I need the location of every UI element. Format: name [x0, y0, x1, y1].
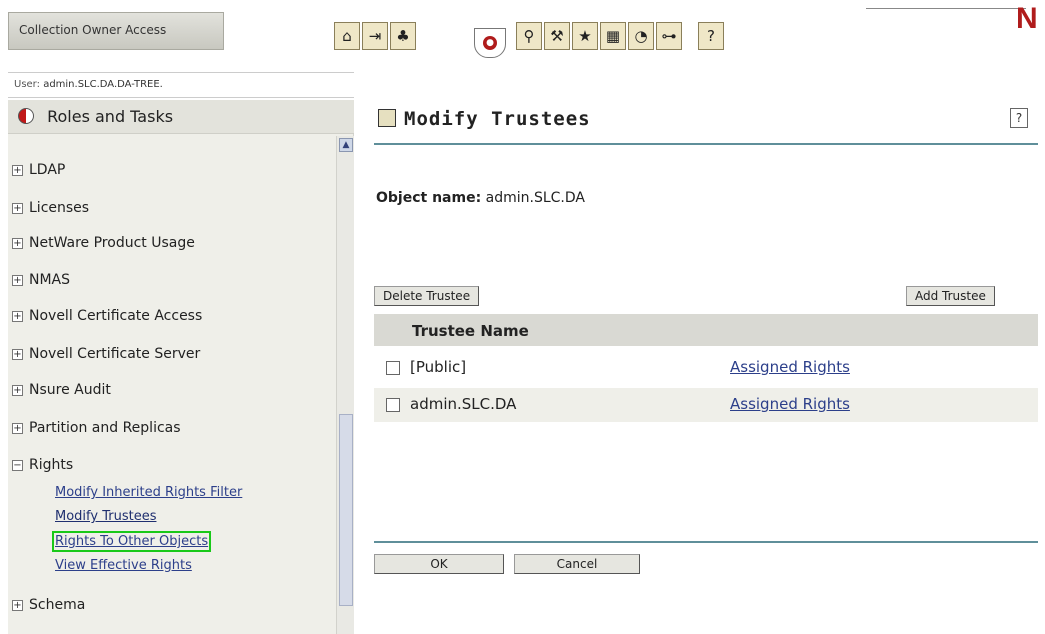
- sidebar-item-label: Novell Certificate Server: [29, 346, 201, 362]
- delete-trustee-button[interactable]: Delete Trustee: [374, 286, 480, 306]
- sidebar-item-licenses[interactable]: + Licenses: [12, 200, 89, 216]
- collection-owner-access-label: Collection Owner Access: [8, 12, 224, 50]
- sidebar-item-label: Rights: [29, 457, 74, 473]
- search-icon[interactable]: ⚲: [516, 22, 542, 50]
- add-trustee-button[interactable]: Add Trustee: [906, 286, 995, 306]
- task-view-effective-rights[interactable]: View Effective Rights: [55, 558, 192, 573]
- sidebar-item-rights[interactable]: − Rights: [12, 457, 73, 473]
- status-icon[interactable]: ◔: [628, 22, 654, 50]
- expand-icon[interactable]: +: [12, 349, 23, 360]
- sidebar-scrollbar[interactable]: ▲: [336, 136, 354, 634]
- page-title-text: Modify Trustees: [404, 108, 591, 130]
- row-checkbox[interactable]: [386, 361, 400, 375]
- cancel-button[interactable]: Cancel: [514, 554, 640, 574]
- exit-icon[interactable]: ⇥: [362, 22, 388, 50]
- footer-divider: [374, 541, 1038, 543]
- roles-title: Roles and Tasks: [47, 107, 174, 126]
- sidebar-item-partition-and-replicas[interactable]: + Partition and Replicas: [12, 420, 181, 436]
- assigned-rights-link[interactable]: Assigned Rights: [730, 395, 850, 413]
- sidebar-item-label: Schema: [29, 597, 86, 613]
- sidebar-item-label: NetWare Product Usage: [29, 235, 195, 251]
- user-info: User: admin.SLC.DA.DA-TREE.: [8, 72, 354, 98]
- trustee-name: admin.SLC.DA: [410, 395, 517, 413]
- expand-icon[interactable]: +: [12, 423, 23, 434]
- title-divider: [374, 143, 1038, 145]
- favorites-icon[interactable]: ★: [572, 22, 598, 50]
- roles-icon: [18, 108, 34, 124]
- assigned-rights-link[interactable]: Assigned Rights: [730, 358, 850, 376]
- scroll-thumb[interactable]: [339, 414, 353, 606]
- trustees-icon: [378, 109, 396, 127]
- page-title: Modify Trustees: [378, 108, 591, 130]
- object-name-label: Object name:: [376, 190, 482, 206]
- sidebar-item-label: Licenses: [29, 200, 90, 216]
- sidebar-item-label: Nsure Audit: [29, 382, 111, 398]
- expand-icon[interactable]: +: [12, 275, 23, 286]
- sidebar: Roles and Tasks + LDAP + Licenses + NetWare…: [8, 100, 354, 634]
- sidebar-item-label: Partition and Replicas: [29, 420, 181, 436]
- sidebar-item-ldap[interactable]: + LDAP: [12, 162, 65, 178]
- trustee-name-header: Trustee Name: [374, 314, 1038, 346]
- tree-icon[interactable]: ♣: [390, 22, 416, 50]
- collapse-icon[interactable]: −: [12, 460, 23, 471]
- table-row: [Public] Assigned Rights: [374, 351, 1038, 385]
- header-rule: [866, 8, 1026, 9]
- sidebar-item-schema[interactable]: + Schema: [12, 597, 85, 613]
- main-content: Modify Trustees ? Object name: admin.SLC…: [356, 100, 1045, 634]
- row-checkbox[interactable]: [386, 398, 400, 412]
- object-name: Object name: admin.SLC.DA: [376, 190, 585, 206]
- expand-icon[interactable]: +: [12, 600, 23, 611]
- sidebar-item-novell-certificate-server[interactable]: + Novell Certificate Server: [12, 346, 200, 362]
- task-modify-inherited-rights-filter[interactable]: Modify Inherited Rights Filter: [55, 485, 242, 500]
- expand-icon[interactable]: +: [12, 311, 23, 322]
- help-button[interactable]: ?: [1010, 108, 1028, 128]
- ok-button[interactable]: OK: [374, 554, 504, 574]
- brand-logo: N: [1016, 2, 1038, 35]
- network-icon[interactable]: ⊶: [656, 22, 682, 50]
- expand-icon[interactable]: +: [12, 165, 23, 176]
- sidebar-item-nmas[interactable]: + NMAS: [12, 272, 70, 288]
- help-book-icon[interactable]: ?: [698, 22, 724, 50]
- task-modify-trustees[interactable]: Modify Trustees: [55, 509, 156, 524]
- expand-icon[interactable]: +: [12, 385, 23, 396]
- sidebar-item-label: NMAS: [29, 272, 71, 288]
- expand-icon[interactable]: +: [12, 203, 23, 214]
- sidebar-item-label: Novell Certificate Access: [29, 308, 203, 324]
- roles-and-tasks-icon[interactable]: ●: [474, 28, 506, 58]
- home-icon[interactable]: ⌂: [334, 22, 360, 50]
- trustee-name: [Public]: [410, 358, 467, 376]
- expand-icon[interactable]: +: [12, 238, 23, 249]
- roles-and-tasks-header[interactable]: Roles and Tasks: [8, 100, 354, 134]
- user-value: admin.SLC.DA.DA-TREE.: [43, 79, 163, 90]
- sidebar-item-nsure-audit[interactable]: + Nsure Audit: [12, 382, 111, 398]
- sidebar-item-label: LDAP: [29, 162, 66, 178]
- scroll-up-icon[interactable]: ▲: [339, 138, 353, 152]
- sidebar-item-netware-product-usage[interactable]: + NetWare Product Usage: [12, 235, 195, 251]
- objects-icon[interactable]: ▦: [600, 22, 626, 50]
- sidebar-item-novell-certificate-access[interactable]: + Novell Certificate Access: [12, 308, 202, 324]
- table-row: admin.SLC.DA Assigned Rights: [374, 388, 1038, 422]
- user-label: User:: [14, 79, 40, 90]
- object-name-value: admin.SLC.DA: [485, 190, 585, 206]
- header-bar: Collection Owner Access ⌂ ⇥ ♣ ● ⚲ ⚒ ★ ▦ …: [0, 0, 1045, 70]
- tools-icon[interactable]: ⚒: [544, 22, 570, 50]
- task-rights-to-other-objects[interactable]: Rights To Other Objects: [51, 531, 212, 552]
